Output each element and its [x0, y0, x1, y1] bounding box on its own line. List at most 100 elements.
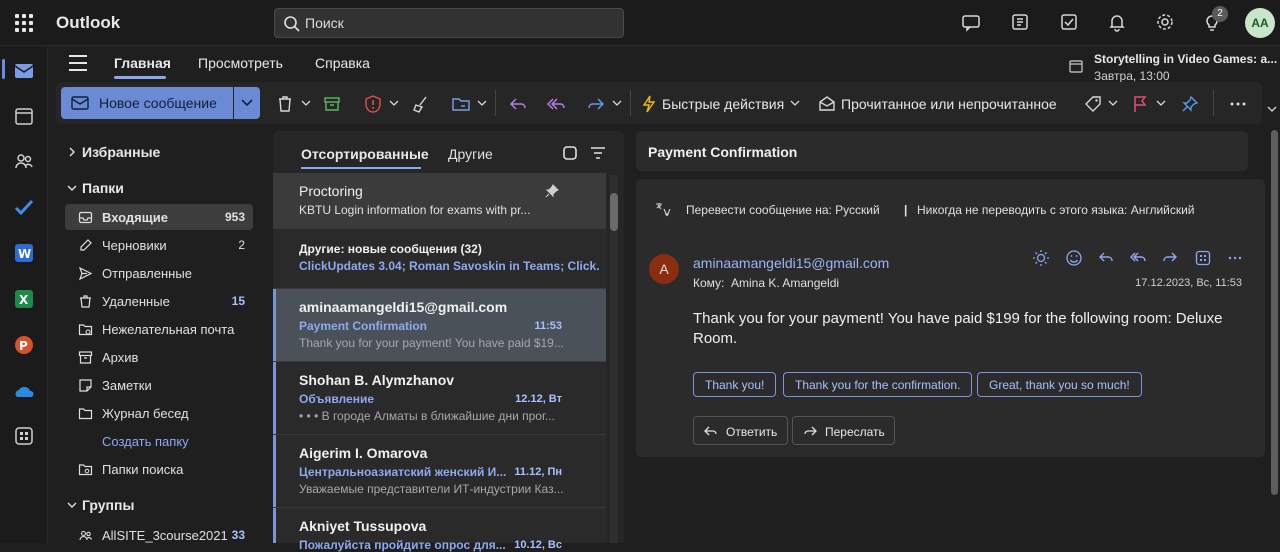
group-item[interactable]: AllSITE_3course2021 33 [65, 522, 253, 548]
recipient-name[interactable]: Amina K. Amangeldi [731, 276, 839, 290]
todo-icon[interactable] [12, 195, 36, 219]
folder-count: 953 [224, 210, 245, 224]
reply-all-icon[interactable] [1129, 249, 1147, 267]
message-subject: Payment Confirmation [299, 319, 428, 333]
new-message-dropdown[interactable] [234, 87, 260, 119]
move-to-folder-icon[interactable] [451, 94, 471, 114]
folder-notes[interactable]: Заметки [65, 372, 253, 398]
app-launcher-icon[interactable] [12, 11, 36, 35]
translate-link[interactable]: Перевести сообщение на: Русский [686, 203, 880, 217]
list-item[interactable]: Akniyet Tussupova Пожалуйста пройдите оп… [273, 508, 606, 552]
archive-icon [78, 351, 93, 364]
forward-icon[interactable] [1161, 249, 1179, 267]
folder-junk[interactable]: Нежелательная почта [65, 316, 253, 342]
lightning-icon[interactable] [639, 94, 659, 114]
more-options-icon[interactable] [1226, 249, 1244, 267]
sun-icon[interactable] [1032, 249, 1050, 267]
list-item[interactable]: aminaamangeldi15@gmail.com Payment Confi… [273, 289, 606, 362]
apps-icon[interactable] [1194, 249, 1212, 267]
archive-icon[interactable] [322, 94, 342, 114]
chevron-down-icon[interactable] [1108, 99, 1118, 107]
tab-focused[interactable]: Отсортированные [301, 146, 429, 162]
read-unread-label[interactable]: Прочитанное или непрочитанное [841, 96, 1057, 112]
quick-reply-button[interactable]: Thank you for the confirmation. [783, 372, 973, 397]
avatar[interactable]: AA [1245, 8, 1275, 38]
select-all-icon[interactable] [562, 145, 578, 161]
report-shield-icon[interactable] [363, 94, 383, 114]
folder-deleted[interactable]: Удаленные 15 [65, 288, 253, 314]
folder-conversation-history[interactable]: Журнал бесед [65, 400, 253, 426]
people-icon[interactable] [12, 149, 36, 173]
chevron-down-icon[interactable] [301, 99, 311, 107]
tab-other[interactable]: Другие [448, 146, 493, 162]
chevron-down-icon[interactable] [790, 99, 800, 107]
never-translate-link[interactable]: Никогда не переводить с этого языка: Анг… [917, 203, 1195, 217]
word-icon[interactable]: W [12, 241, 36, 265]
folder-inbox[interactable]: Входящие 953 [65, 204, 253, 230]
delete-icon[interactable] [275, 94, 295, 114]
tab-home[interactable]: Главная [114, 55, 171, 71]
reply-all-icon[interactable] [546, 94, 566, 114]
app-title[interactable]: Outlook [56, 13, 120, 33]
chevron-down-icon[interactable] [1266, 104, 1278, 114]
quick-actions-label[interactable]: Быстрые действия [662, 96, 784, 112]
powerpoint-icon[interactable]: P [12, 333, 36, 357]
search-input[interactable] [305, 13, 615, 33]
office-app-icon[interactable] [1009, 11, 1031, 33]
tag-icon[interactable] [1083, 94, 1103, 114]
folder-sent[interactable]: Отправленные [65, 260, 253, 286]
open-envelope-icon[interactable] [817, 94, 837, 114]
chevron-down-icon[interactable] [477, 99, 487, 107]
menu-icon[interactable] [69, 55, 89, 71]
list-item[interactable]: Другие: новые сообщения (32) ClickUpdate… [273, 229, 606, 289]
more-apps-icon[interactable] [12, 424, 36, 448]
list-item[interactable]: Proctoring KBTU Login information for ex… [273, 173, 606, 229]
reply-button[interactable]: Ответить [693, 416, 788, 445]
flag-icon[interactable] [1130, 94, 1150, 114]
translate-icon [656, 203, 671, 217]
chat-icon[interactable] [960, 11, 982, 33]
chevron-down-icon[interactable] [612, 99, 622, 107]
forward-icon[interactable] [586, 94, 606, 114]
quick-reply-button[interactable]: Great, thank you so much! [977, 372, 1142, 397]
chevron-down-icon[interactable] [1156, 99, 1166, 107]
excel-icon[interactable]: X [12, 287, 36, 311]
tab-view[interactable]: Просмотреть [198, 55, 283, 71]
folder-search-folders[interactable]: Папки поиска [65, 456, 253, 482]
forward-button[interactable]: Переслать [792, 416, 895, 445]
reply-icon[interactable] [508, 94, 528, 114]
bell-icon[interactable] [1106, 11, 1128, 33]
reply-icon[interactable] [1097, 249, 1115, 267]
calendar-icon[interactable] [12, 104, 36, 128]
sender-address[interactable]: aminaamangeldi15@gmail.com [693, 255, 889, 271]
sweep-icon[interactable] [411, 94, 431, 114]
scrollbar-thumb[interactable] [610, 193, 618, 231]
pin-icon[interactable] [1180, 94, 1200, 114]
create-folder-link[interactable]: Создать папку [102, 434, 189, 449]
filter-icon[interactable] [590, 146, 606, 160]
chevron-down-icon[interactable] [389, 99, 399, 107]
quick-reply-button[interactable]: Thank you! [693, 372, 777, 397]
more-options-icon[interactable] [1228, 94, 1248, 114]
mail-icon[interactable] [12, 59, 36, 83]
list-item[interactable]: Aigerim I. Omarova Центральноазиатский ж… [273, 435, 606, 508]
pin-icon[interactable] [545, 184, 559, 198]
reading-pane-scrollbar[interactable] [1271, 130, 1278, 495]
new-message-button[interactable]: Новое сообщение [61, 87, 233, 119]
tab-help[interactable]: Справка [315, 55, 370, 71]
reply-label: Ответить [726, 425, 778, 439]
folder-archive[interactable]: Архив [65, 344, 253, 370]
folder-drafts[interactable]: Черновики 2 [65, 232, 253, 258]
task-check-icon[interactable] [1058, 11, 1080, 33]
tab-focused-underline [301, 167, 421, 169]
search-box[interactable] [274, 8, 624, 38]
gear-icon[interactable] [1154, 11, 1176, 33]
message-sender: Shohan B. Alymzhanov [299, 372, 455, 388]
folder-icon [78, 408, 93, 420]
sender-avatar[interactable]: A [649, 254, 679, 284]
groups-label: Группы [82, 497, 135, 513]
emoji-icon[interactable] [1065, 249, 1083, 267]
onedrive-icon[interactable] [12, 380, 36, 404]
calendar-reminder[interactable]: Storytelling in Video Games: a... Завтра… [1069, 50, 1280, 84]
list-item[interactable]: Shohan B. Alymzhanov Объявление 12.12, В… [273, 362, 606, 435]
